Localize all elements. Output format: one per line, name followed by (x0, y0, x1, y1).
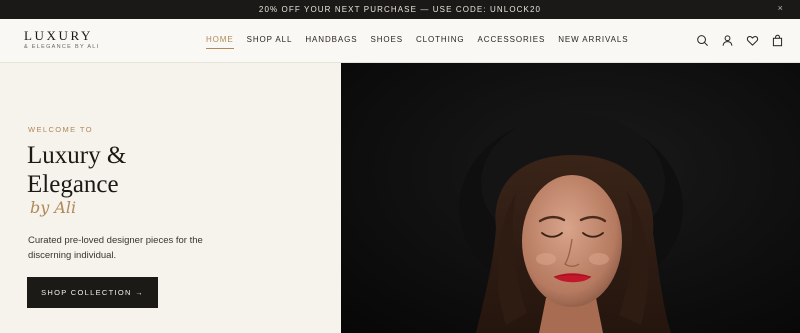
nav-item-clothing[interactable]: CLOTHING (416, 35, 465, 49)
close-announcement-button[interactable]: × (778, 3, 784, 13)
hero-script-signature: by Ali (30, 198, 77, 217)
cart-bag-icon[interactable] (771, 34, 784, 47)
hero-text-panel: WELCOME TO Luxury & Elegance by Ali Cura… (0, 63, 341, 333)
site-header: LUXURY & ELEGANCE BY ALI HOME SHOP ALL H… (0, 19, 800, 63)
nav-item-shop-all[interactable]: SHOP ALL (247, 35, 293, 49)
logo-tagline: & ELEGANCE BY ALI (24, 44, 100, 50)
nav-item-accessories[interactable]: ACCESSORIES (478, 35, 546, 49)
nav-item-home[interactable]: HOME (206, 35, 234, 49)
nav-item-new-arrivals[interactable]: NEW ARRIVALS (558, 35, 628, 49)
hero-headline: Luxury & Elegance (27, 141, 227, 199)
logo[interactable]: LUXURY & ELEGANCE BY ALI (24, 29, 100, 51)
hero-headline-line1: Luxury & (27, 142, 127, 169)
logo-name: LUXURY (24, 28, 94, 43)
shop-collection-button[interactable]: SHOP COLLECTION → (27, 277, 158, 308)
portrait-image (341, 63, 800, 333)
hero-image (341, 63, 800, 333)
announcement-bar: 20% OFF YOUR NEXT PURCHASE — USE CODE: U… (0, 0, 800, 19)
hero-description: Curated pre-loved designer pieces for th… (28, 235, 203, 261)
nav-item-handbags[interactable]: HANDBAGS (305, 35, 357, 49)
wishlist-heart-icon[interactable] (746, 34, 759, 47)
header-icons (696, 34, 796, 47)
nav-item-shoes[interactable]: SHOES (370, 35, 403, 49)
search-icon[interactable] (696, 34, 709, 47)
account-icon[interactable] (721, 34, 734, 47)
hero-eyebrow: WELCOME TO (28, 125, 93, 134)
hero-headline-line2: Elegance (27, 171, 119, 198)
announcement-text: 20% OFF YOUR NEXT PURCHASE — USE CODE: U… (258, 5, 542, 14)
main-nav: HOME SHOP ALL HANDBAGS SHOES CLOTHING AC… (206, 35, 641, 49)
